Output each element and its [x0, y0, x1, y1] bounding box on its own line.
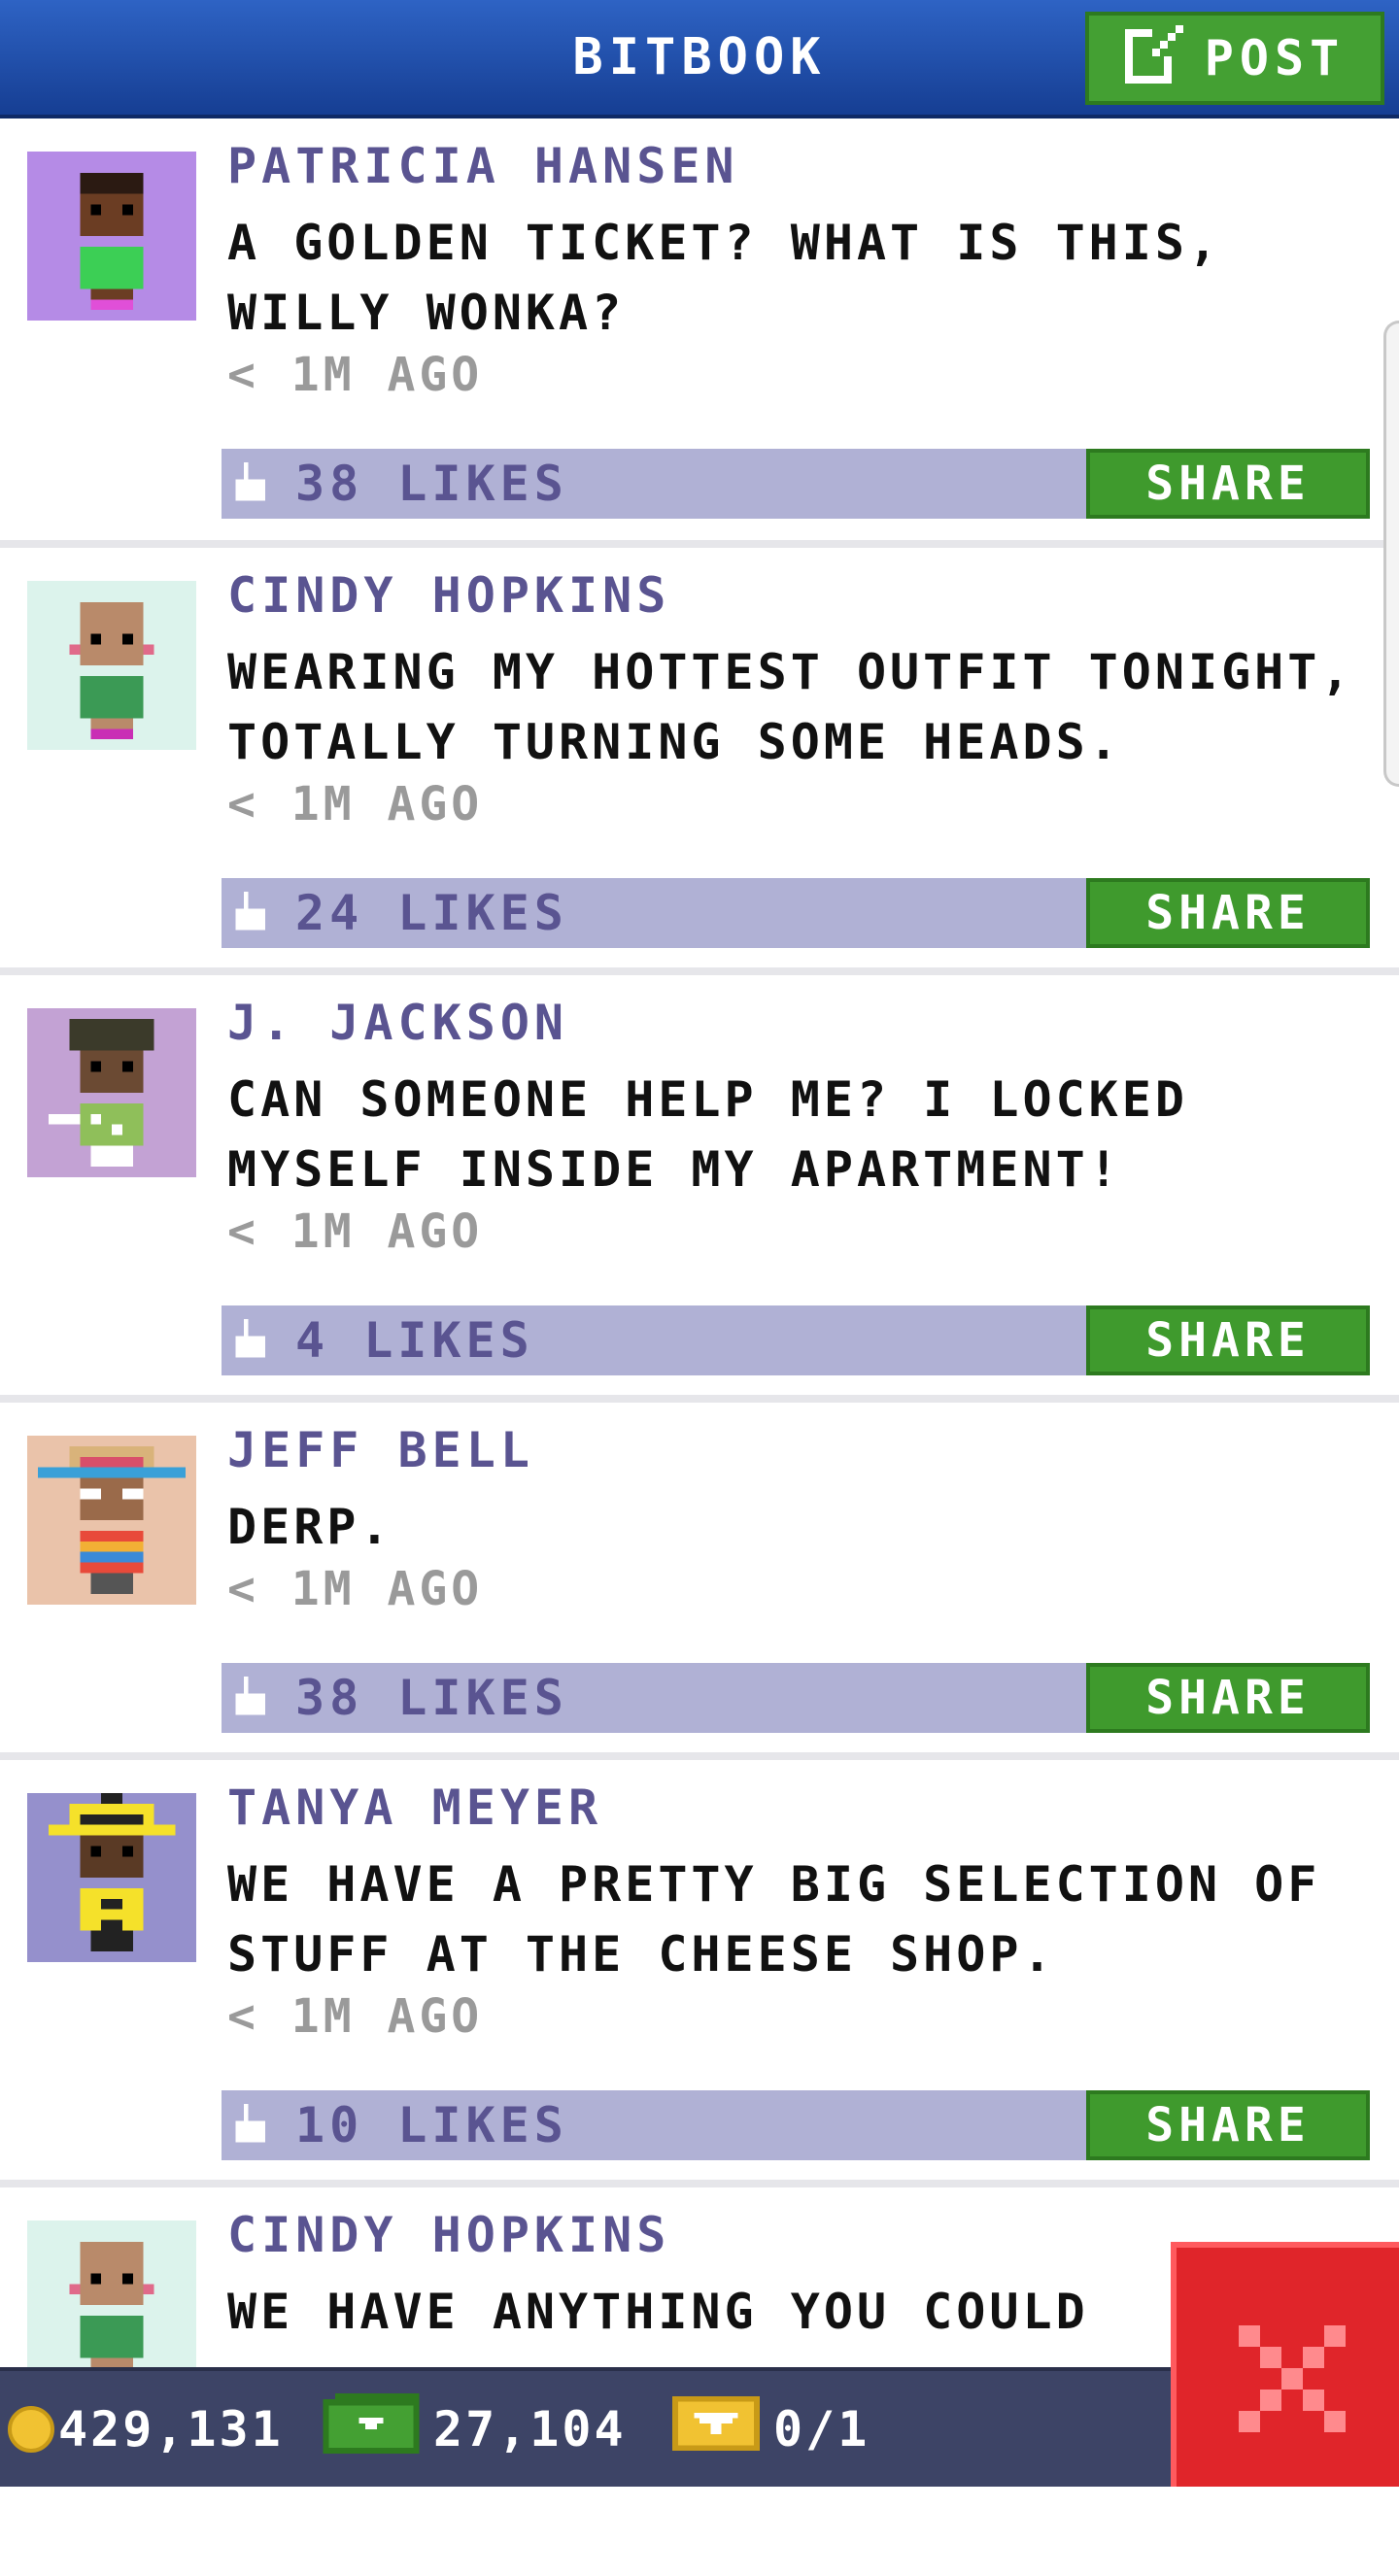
post-text: WEARING MY HOTTEST OUTFIT TONIGHT, TOTAL… [227, 644, 1354, 770]
post-author[interactable]: PATRICIA HANSEN [227, 138, 739, 194]
coin-icon [8, 2405, 54, 2453]
post-author[interactable]: CINDY HOPKINS [227, 567, 670, 624]
post-text: DERP. [227, 1499, 393, 1555]
post-time: < 1M AGO [227, 1989, 484, 2044]
post-item: CINDY HOPKINS WEARING MY HOTTEST OUTFIT … [0, 548, 1399, 967]
like-bar: 24 LIKES SHARE [222, 878, 1370, 948]
avatar [27, 152, 196, 321]
post-time: < 1M AGO [227, 348, 484, 402]
thumbs-up-icon[interactable] [235, 2104, 270, 2147]
bux-value: 27,104 [433, 2400, 627, 2457]
thumbs-up-icon[interactable] [235, 892, 270, 934]
post-author[interactable]: TANYA MEYER [227, 1779, 602, 1836]
post-item: JEFF BELL DERP. < 1M AGO 38 LIKES SHARE [0, 1403, 1399, 1752]
thumbs-up-icon[interactable] [235, 1677, 270, 1719]
tickets-value: 0/1 [773, 2400, 870, 2457]
share-button[interactable]: SHARE [1086, 878, 1370, 948]
post-time: < 1M AGO [227, 777, 484, 831]
like-bar: 10 LIKES SHARE [222, 2090, 1370, 2160]
post-author[interactable]: JEFF BELL [227, 1422, 534, 1478]
close-button[interactable] [1171, 2242, 1399, 2487]
post-item: J. JACKSON CAN SOMEONE HELP ME? I LOCKED… [0, 975, 1399, 1395]
tickets-stat: 0/1 [672, 2371, 870, 2487]
edit-icon [1124, 21, 1187, 95]
likes-count: 10 LIKES [295, 2097, 568, 2153]
share-button[interactable]: SHARE [1086, 2090, 1370, 2160]
post-author[interactable]: CINDY HOPKINS [227, 2207, 670, 2263]
post-text: CAN SOMEONE HELP ME? I LOCKED MYSELF INS… [227, 1071, 1188, 1198]
post-time: < 1M AGO [227, 1562, 484, 1616]
post-time: < 1M AGO [227, 1204, 484, 1259]
coins-stat: 429,131 [8, 2371, 284, 2487]
likes-count: 38 LIKES [295, 456, 568, 512]
scrollbar[interactable] [1383, 321, 1399, 787]
post-item: TANYA MEYER WE HAVE A PRETTY BIG SELECTI… [0, 1760, 1399, 2180]
avatar [27, 581, 196, 750]
post-text: A GOLDEN TICKET? WHAT IS THIS, WILLY WON… [227, 215, 1222, 341]
post-item: PATRICIA HANSEN A GOLDEN TICKET? WHAT IS… [0, 119, 1399, 540]
post-button[interactable]: POST [1085, 12, 1384, 105]
ticket-icon [672, 2395, 760, 2462]
likes-count: 38 LIKES [295, 1670, 568, 1726]
likes-count: 24 LIKES [295, 885, 568, 941]
thumbs-up-icon[interactable] [235, 462, 270, 505]
thumbs-up-icon[interactable] [235, 1319, 270, 1362]
likes-count: 4 LIKES [295, 1312, 534, 1369]
bux-icon [323, 2392, 420, 2465]
post-author[interactable]: J. JACKSON [227, 995, 568, 1051]
share-button[interactable]: SHARE [1086, 449, 1370, 519]
like-bar: 4 LIKES SHARE [222, 1305, 1370, 1375]
avatar [27, 1436, 196, 1605]
avatar [27, 1793, 196, 1962]
avatar [27, 1008, 196, 1177]
post-text: WE HAVE A PRETTY BIG SELECTION OF STUFF … [227, 1856, 1321, 1983]
post-button-label: POST [1204, 30, 1346, 86]
share-button[interactable]: SHARE [1086, 1305, 1370, 1375]
like-bar: 38 LIKES SHARE [222, 1663, 1370, 1733]
like-bar: 38 LIKES SHARE [222, 449, 1370, 519]
app-header: BITBOOK POST [0, 0, 1399, 119]
bux-stat: 27,104 [323, 2371, 627, 2487]
share-button[interactable]: SHARE [1086, 1663, 1370, 1733]
avatar [27, 2220, 196, 2390]
coins-value: 429,131 [58, 2400, 284, 2457]
